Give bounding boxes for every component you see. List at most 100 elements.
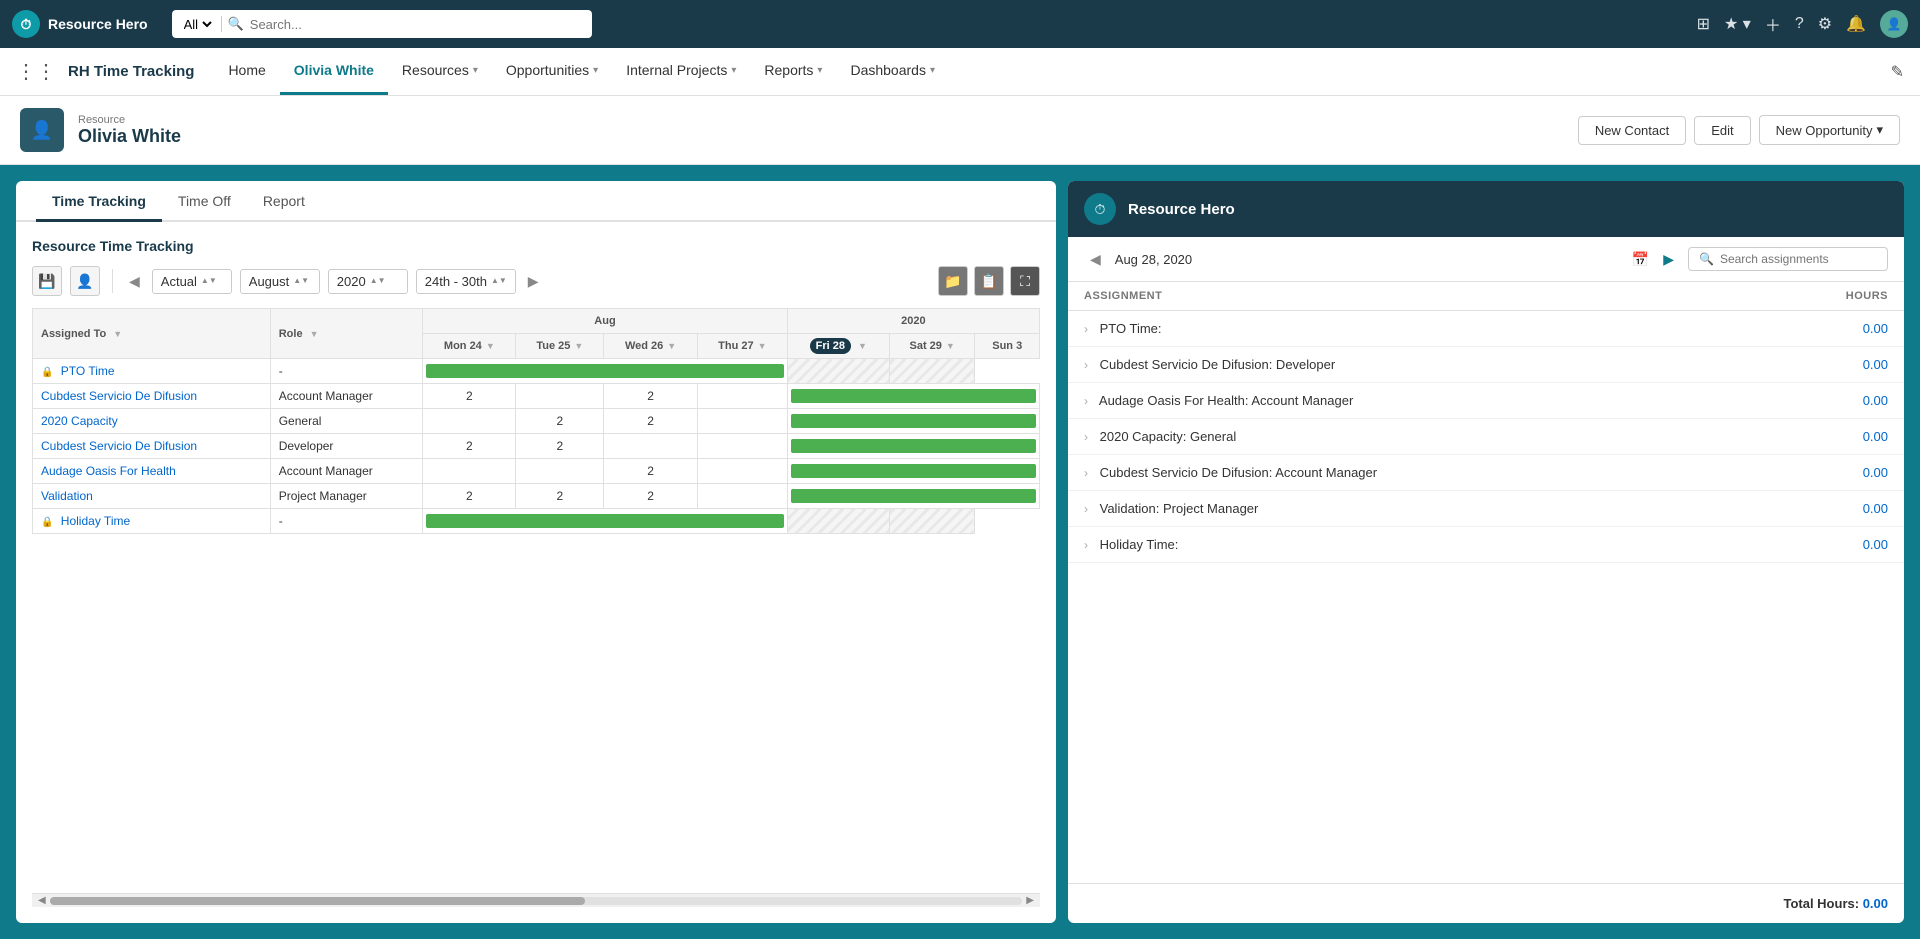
global-search[interactable]: All 🔍 (172, 10, 592, 38)
nav-resources-label: Resources (402, 62, 469, 78)
add-icon[interactable]: ＋ (1765, 12, 1781, 36)
month-dropdown[interactable]: August ▲▼ (240, 269, 320, 294)
table-scrollbar[interactable]: ◀ ▶ (32, 893, 1040, 907)
notifications-icon[interactable]: 🔔 (1846, 14, 1866, 34)
audage-role-cell: Account Manager (270, 459, 423, 484)
assignment-row: › Validation: Project Manager 0.00 (1068, 491, 1904, 527)
table-row: Audage Oasis For Health Account Manager … (33, 459, 1040, 484)
nav-opportunities[interactable]: Opportunities ▾ (492, 48, 612, 95)
cubdest-dev-tue: 2 (516, 434, 604, 459)
favorites-icon[interactable]: ★ ▾ (1724, 14, 1751, 34)
settings-icon[interactable]: ⚙ (1818, 14, 1832, 34)
nav-internal-projects[interactable]: Internal Projects ▾ (612, 48, 750, 95)
tab-report[interactable]: Report (247, 181, 321, 222)
fullscreen-icon-button[interactable]: ⛶ (1010, 266, 1040, 296)
scroll-left-icon[interactable]: ◀ (34, 895, 50, 906)
audage-mon (423, 459, 516, 484)
new-opportunity-button[interactable]: New Opportunity ▾ (1759, 115, 1900, 145)
assignment-chevron-icon-3[interactable]: › (1084, 430, 1088, 444)
col-assigned-to-header: Assigned To ▼ (33, 309, 271, 359)
search-filter-dropdown[interactable]: All (180, 16, 215, 33)
validation-link[interactable]: Validation (41, 489, 93, 503)
assignment-chevron-icon-0[interactable]: › (1084, 322, 1088, 336)
assignment-chevron-icon-6[interactable]: › (1084, 538, 1088, 552)
appbar-title: RH Time Tracking (68, 63, 194, 80)
nav-reports-label: Reports (764, 62, 813, 78)
nav-olivia-white[interactable]: Olivia White (280, 48, 388, 95)
assignment-chevron-icon-1[interactable]: › (1084, 358, 1088, 372)
user-avatar[interactable]: 👤 (1880, 10, 1908, 38)
folder-icon-button[interactable]: 📁 (938, 266, 968, 296)
capacity-link[interactable]: 2020 Capacity (41, 414, 118, 428)
search-assignments-input[interactable] (1720, 252, 1850, 266)
assignment-name-cell-5: › Validation: Project Manager (1068, 491, 1749, 527)
tab-time-off[interactable]: Time Off (162, 181, 247, 222)
scroll-right-icon[interactable]: ▶ (1022, 895, 1038, 906)
cubdest-am-link[interactable]: Cubdest Servicio De Difusion (41, 389, 197, 403)
assignment-chevron-icon-2[interactable]: › (1084, 394, 1088, 408)
next-period-button[interactable]: ▶ (524, 269, 543, 294)
assignment-hours-cell-5: 0.00 (1749, 491, 1904, 527)
mon24-filter-icon[interactable]: ▼ (486, 341, 495, 351)
save-draft-button[interactable]: 💾 (32, 266, 62, 296)
col-assignment-header: ASSIGNMENT (1068, 282, 1749, 311)
cubdest-dev-wed (604, 434, 698, 459)
date-range-dropdown[interactable]: 24th - 30th ▲▼ (416, 269, 516, 294)
table-icon-button[interactable]: 📋 (974, 266, 1004, 296)
scrollbar-thumb[interactable] (50, 897, 585, 905)
prev-period-button[interactable]: ◀ (125, 269, 144, 294)
scrollbar-track[interactable] (50, 897, 1023, 905)
grid-menu-icon[interactable]: ⋮⋮ (16, 59, 56, 84)
search-input[interactable] (250, 17, 584, 32)
tab-time-tracking[interactable]: Time Tracking (36, 181, 162, 222)
search-icon: 🔍 (1699, 252, 1714, 266)
user-action-button[interactable]: 👤 (70, 266, 100, 296)
col-sun30: Sun 3 (975, 334, 1040, 359)
thu27-filter-icon[interactable]: ▼ (758, 341, 767, 351)
total-label: Total Hours: (1783, 896, 1859, 911)
help-icon[interactable]: ? (1795, 15, 1804, 33)
search-assignments-field[interactable]: 🔍 (1688, 247, 1888, 271)
nav-reports[interactable]: Reports ▾ (750, 48, 836, 95)
assignment-name-2: Audage Oasis For Health: Account Manager (1099, 393, 1353, 408)
new-opportunity-label: New Opportunity (1776, 123, 1873, 138)
grid-view-icon[interactable]: ⊞ (1697, 14, 1710, 34)
view-mode-dropdown[interactable]: Actual ▲▼ (152, 269, 232, 294)
role-filter-icon[interactable]: ▼ (310, 329, 319, 339)
audage-thu (697, 459, 787, 484)
holiday-time-label: Holiday Time (61, 514, 130, 528)
edit-button[interactable]: Edit (1694, 116, 1750, 145)
audage-link[interactable]: Audage Oasis For Health (41, 464, 176, 478)
col-sat29: Sat 29▼ (889, 334, 975, 359)
nav-dashboards[interactable]: Dashboards ▾ (836, 48, 949, 95)
assignment-chevron-icon-4[interactable]: › (1084, 466, 1088, 480)
cubdest-dev-link[interactable]: Cubdest Servicio De Difusion (41, 439, 197, 453)
nav-resources[interactable]: Resources ▾ (388, 48, 492, 95)
assignment-row: › PTO Time: 0.00 (1068, 311, 1904, 347)
total-row: Total Hours: 0.00 (1068, 883, 1904, 923)
cubdest-am-wed: 2 (604, 384, 698, 409)
fri28-filter-icon[interactable]: ▼ (858, 341, 867, 351)
resource-hero-logo: ⏱ (1084, 193, 1116, 225)
next-date-button[interactable]: ▶ (1657, 249, 1680, 270)
cubdest-am-mon: 2 (423, 384, 516, 409)
assignment-hours-cell-0: 0.00 (1749, 311, 1904, 347)
appbar-edit-icon[interactable]: ✎ (1891, 62, 1904, 82)
tue25-filter-icon[interactable]: ▼ (574, 341, 583, 351)
wed26-filter-icon[interactable]: ▼ (667, 341, 676, 351)
validation-bar (791, 489, 1036, 503)
nav-home[interactable]: Home (214, 48, 279, 95)
calendar-icon[interactable]: 📅 (1632, 251, 1649, 268)
prev-date-button[interactable]: ◀ (1084, 249, 1107, 270)
assignment-chevron-icon-5[interactable]: › (1084, 502, 1088, 516)
nav-home-label: Home (228, 62, 265, 78)
holiday-bar-cell (423, 509, 787, 534)
sat29-filter-icon[interactable]: ▼ (946, 341, 955, 351)
holiday-name-cell: 🔒 Holiday Time (33, 509, 271, 534)
assigned-to-filter-icon[interactable]: ▼ (113, 329, 122, 339)
col-tue25: Tue 25▼ (516, 334, 604, 359)
page-header-actions: New Contact Edit New Opportunity ▾ (1578, 115, 1900, 145)
table-row: Cubdest Servicio De Difusion Developer 2… (33, 434, 1040, 459)
new-contact-button[interactable]: New Contact (1578, 116, 1686, 145)
year-dropdown[interactable]: 2020 ▲▼ (328, 269, 408, 294)
